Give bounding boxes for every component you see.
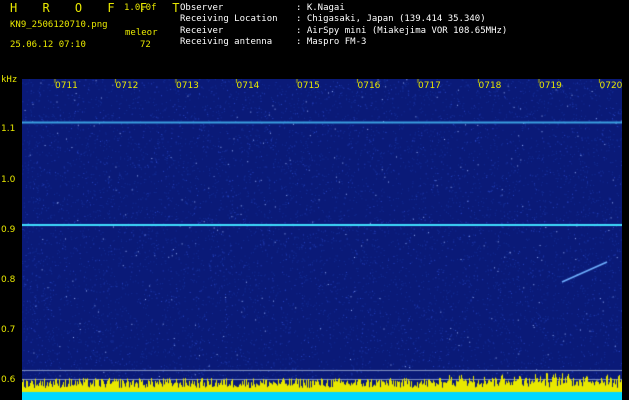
time-tick-label: 0712 <box>115 81 139 91</box>
info-key-antenna: Receiving antenna <box>180 37 273 47</box>
time-tick-label: 0714 <box>236 81 260 91</box>
freq-tick-label: 0.8 <box>1 275 16 285</box>
freq-tick-label: 0.9 <box>1 225 16 235</box>
freq-tick-label: 0.7 <box>1 325 16 335</box>
time-tick-label: 0717 <box>418 81 441 91</box>
freq-tick-label: 1.0 <box>1 175 16 185</box>
app-version: 1.0.0f <box>124 3 157 13</box>
time-tick-label: 0718 <box>478 81 502 91</box>
info-key-observer: Observer <box>180 3 224 13</box>
kind-label: meleor <box>125 28 158 38</box>
file-name: KN9_2506120710.png <box>10 20 108 30</box>
unit-label: kHz <box>1 75 18 85</box>
time-tick-label: 0713 <box>176 81 199 91</box>
info-value-antenna: : Maspro FM-3 <box>296 37 367 47</box>
info-value-location: : Chigasaki, Japan (139.414 35.340) <box>296 14 486 24</box>
time-tick-label: 0716 <box>357 81 381 91</box>
time-tick-label: 0711 <box>55 81 78 91</box>
info-value-receiver: : AirSpy mini (Miakejima VOR 108.65MHz) <box>296 26 508 36</box>
header-panel: H R O F F T 1.0.0f KN9_2506120710.png me… <box>0 0 629 75</box>
info-key-receiver: Receiver <box>180 26 224 36</box>
meteor-count: 72 <box>140 40 151 50</box>
freq-tick-label: 0.6 <box>1 375 16 385</box>
spectrogram-canvas <box>22 79 622 400</box>
info-value-observer: : K.Nagai <box>296 3 345 13</box>
spectrogram <box>22 79 622 400</box>
time-tick-label: 0719 <box>539 81 562 91</box>
date-time: 25.06.12 07:10 <box>10 40 86 50</box>
app-brand: H R O F F T <box>10 1 189 15</box>
time-tick-label: 0720 <box>599 81 623 91</box>
freq-tick-label: 1.1 <box>1 124 16 134</box>
info-key-location: Receiving Location <box>180 14 278 24</box>
time-tick-label: 0715 <box>297 81 320 91</box>
